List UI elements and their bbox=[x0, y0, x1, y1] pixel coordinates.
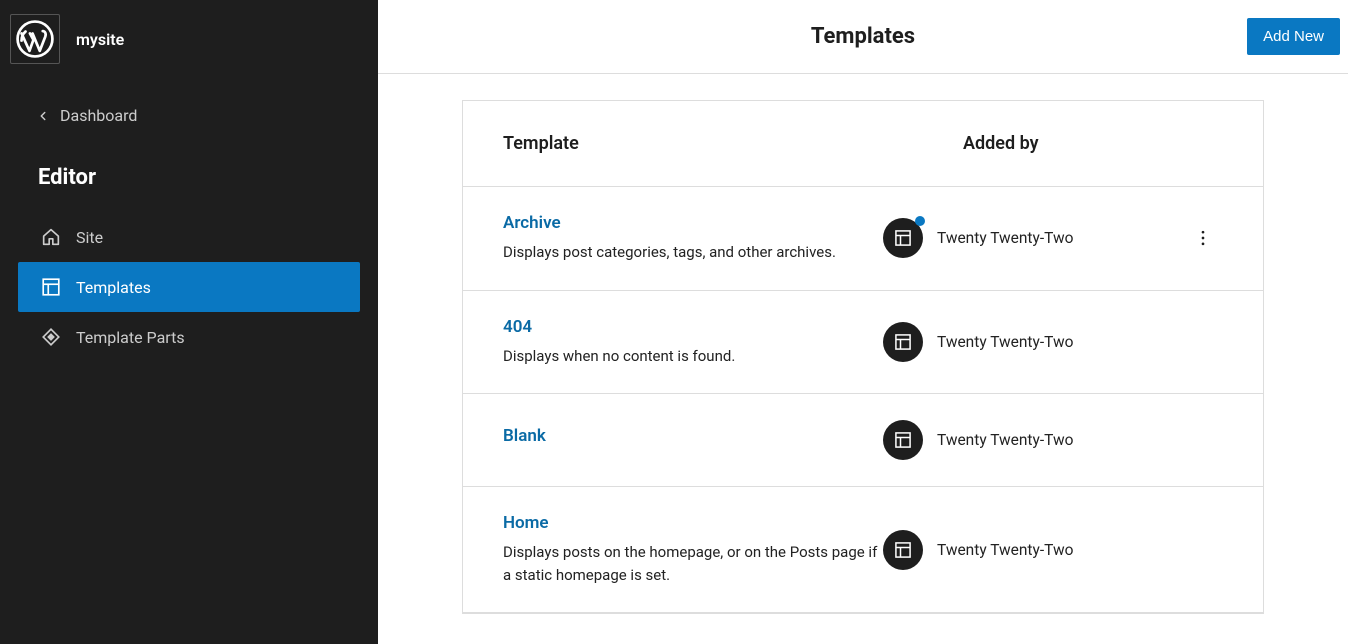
templates-table: Template Added by Archive Displays post c… bbox=[378, 74, 1348, 614]
added-by-name: Twenty Twenty-Two bbox=[937, 333, 1073, 351]
main-header: Templates Add New bbox=[378, 0, 1348, 74]
added-by-cell: Twenty Twenty-Two bbox=[883, 322, 1183, 362]
added-by-name: Twenty Twenty-Two bbox=[937, 541, 1073, 559]
theme-icon bbox=[883, 322, 923, 362]
theme-icon bbox=[883, 530, 923, 570]
sidebar: mysite Dashboard Editor Site Templates T… bbox=[0, 0, 378, 644]
table-row: 404 Displays when no content is found. Twe… bbox=[463, 291, 1263, 395]
table-row: Archive Displays post categories, tags, a… bbox=[463, 187, 1263, 291]
table-header: Template Added by bbox=[463, 101, 1263, 187]
row-actions-menu[interactable] bbox=[1183, 228, 1223, 248]
nav-list: Site Templates Template Parts bbox=[0, 212, 378, 362]
add-new-button[interactable]: Add New bbox=[1247, 18, 1340, 55]
added-by-name: Twenty Twenty-Two bbox=[937, 229, 1073, 247]
template-cell: 404 Displays when no content is found. bbox=[503, 317, 883, 368]
added-by-cell: Twenty Twenty-Two bbox=[883, 530, 1183, 570]
template-description: Displays post categories, tags, and othe… bbox=[503, 241, 883, 264]
theme-icon bbox=[883, 218, 923, 258]
site-name: mysite bbox=[76, 30, 124, 49]
page-title: Templates bbox=[811, 24, 915, 49]
added-by-cell: Twenty Twenty-Two bbox=[883, 420, 1183, 460]
template-cell: Blank bbox=[503, 426, 883, 454]
nav-label: Templates bbox=[76, 278, 151, 297]
site-icon[interactable] bbox=[10, 14, 60, 64]
column-added-by: Added by bbox=[923, 101, 1263, 186]
sidebar-header: mysite bbox=[0, 0, 378, 78]
table-row: Blank Twenty Twenty-Two bbox=[463, 394, 1263, 487]
home-icon bbox=[40, 226, 62, 248]
template-title-link[interactable]: Archive bbox=[503, 213, 883, 233]
wordpress-logo-icon bbox=[16, 20, 54, 58]
editor-title: Editor bbox=[0, 147, 378, 212]
nav-label: Site bbox=[76, 228, 103, 247]
nav-item-template-parts[interactable]: Template Parts bbox=[18, 312, 360, 362]
nav-item-site[interactable]: Site bbox=[18, 212, 360, 262]
theme-icon bbox=[883, 420, 923, 460]
template-description: Displays posts on the homepage, or on th… bbox=[503, 541, 883, 586]
nav-label: Template Parts bbox=[76, 328, 185, 347]
template-parts-icon bbox=[40, 326, 62, 348]
template-title-link[interactable]: 404 bbox=[503, 317, 883, 337]
added-by-cell: Twenty Twenty-Two bbox=[883, 218, 1183, 258]
dashboard-label: Dashboard bbox=[60, 106, 137, 125]
chevron-left-icon bbox=[36, 109, 50, 123]
template-title-link[interactable]: Home bbox=[503, 513, 883, 533]
layout-icon bbox=[40, 276, 62, 298]
added-by-name: Twenty Twenty-Two bbox=[937, 431, 1073, 449]
table-row: Home Displays posts on the homepage, or o… bbox=[463, 487, 1263, 613]
template-description: Displays when no content is found. bbox=[503, 345, 883, 368]
dashboard-link[interactable]: Dashboard bbox=[0, 78, 378, 147]
template-cell: Home Displays posts on the homepage, or o… bbox=[503, 513, 883, 586]
template-title-link[interactable]: Blank bbox=[503, 426, 883, 446]
nav-item-templates[interactable]: Templates bbox=[18, 262, 360, 312]
main-content: Templates Add New Template Added by Arch… bbox=[378, 0, 1348, 644]
template-cell: Archive Displays post categories, tags, a… bbox=[503, 213, 883, 264]
column-template: Template bbox=[463, 101, 923, 186]
